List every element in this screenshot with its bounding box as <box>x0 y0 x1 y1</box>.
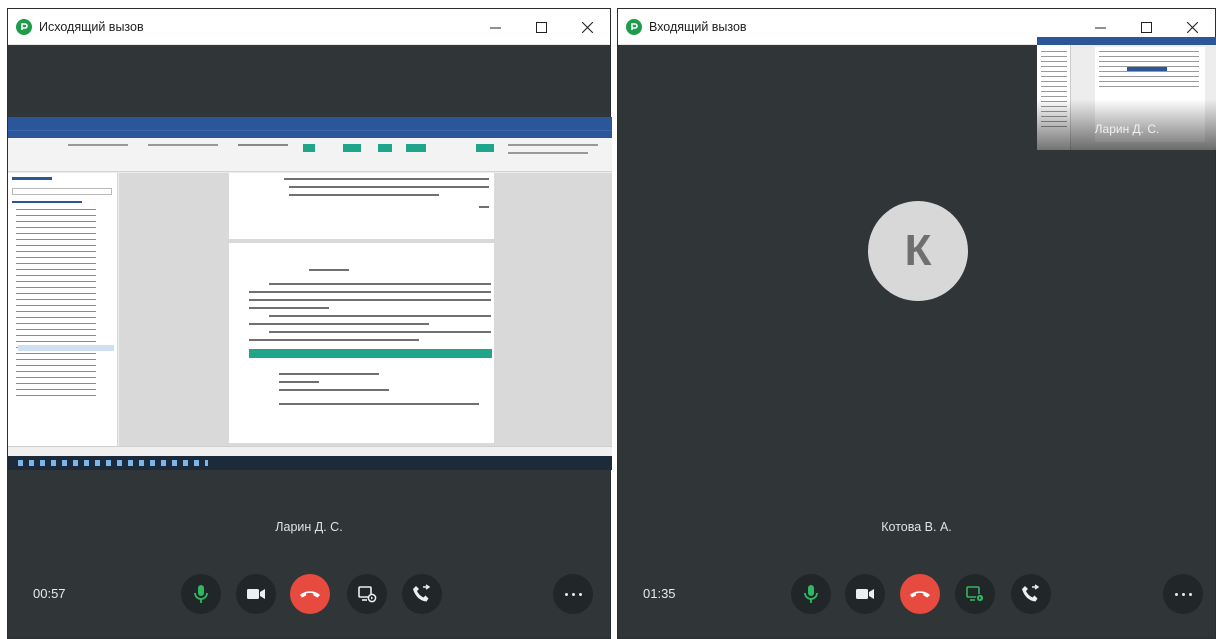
phone-hangup-icon <box>910 591 930 598</box>
more-options-button[interactable] <box>553 574 593 614</box>
caller-avatar: К <box>868 201 968 301</box>
remote-caller-name: Ларин Д. С. <box>275 520 343 534</box>
end-call-button[interactable] <box>900 574 940 614</box>
phone-hangup-icon <box>300 591 320 598</box>
mic-button[interactable] <box>791 574 831 614</box>
self-video-preview: Ларин Д. С. <box>1037 37 1216 150</box>
outgoing-call-window: Исходящий вызов Ларин Д. С. 00:57 <box>7 8 612 639</box>
more-options-button[interactable] <box>1163 574 1203 614</box>
camera-button[interactable] <box>845 574 885 614</box>
screen-share-icon <box>358 586 377 603</box>
transfer-call-button[interactable] <box>1011 574 1051 614</box>
app-logo-icon <box>16 18 32 35</box>
shared-nav-pane <box>8 173 118 446</box>
shared-app-statusbar <box>8 446 612 456</box>
shared-app-titlebar <box>8 117 612 130</box>
screen-share-button[interactable] <box>955 574 995 614</box>
window-title: Исходящий вызов <box>39 19 144 34</box>
shared-app-ribbon <box>8 138 612 172</box>
maximize-button[interactable] <box>518 9 564 45</box>
call-transfer-icon <box>1022 584 1040 602</box>
screen-share-button[interactable] <box>347 574 387 614</box>
remote-caller-name: Котова В. А. <box>881 520 952 534</box>
video-camera-icon <box>247 589 265 599</box>
shared-document-area <box>119 173 612 446</box>
incoming-call-window: Входящий вызов Ларин Д. С. К Котова В. А… <box>617 8 1216 639</box>
more-dots-icon <box>563 592 584 596</box>
shared-screen-view <box>8 117 612 470</box>
camera-button[interactable] <box>236 574 276 614</box>
transfer-call-button[interactable] <box>402 574 442 614</box>
shared-taskbar <box>8 456 612 470</box>
mic-button[interactable] <box>181 574 221 614</box>
titlebar: Исходящий вызов <box>8 9 610 45</box>
end-call-button[interactable] <box>290 574 330 614</box>
minimize-button[interactable] <box>472 9 518 45</box>
self-preview-name: Ларин Д. С. <box>1094 122 1160 136</box>
close-button[interactable] <box>564 9 610 45</box>
microphone-icon <box>194 585 208 603</box>
shared-app-tabs <box>8 130 612 138</box>
more-dots-icon <box>1173 592 1194 596</box>
window-title: Входящий вызов <box>649 19 747 34</box>
screen-share-icon <box>966 586 985 603</box>
app-logo-icon <box>626 18 642 35</box>
call-transfer-icon <box>413 584 431 602</box>
video-camera-icon <box>856 589 874 599</box>
microphone-icon <box>804 585 818 603</box>
